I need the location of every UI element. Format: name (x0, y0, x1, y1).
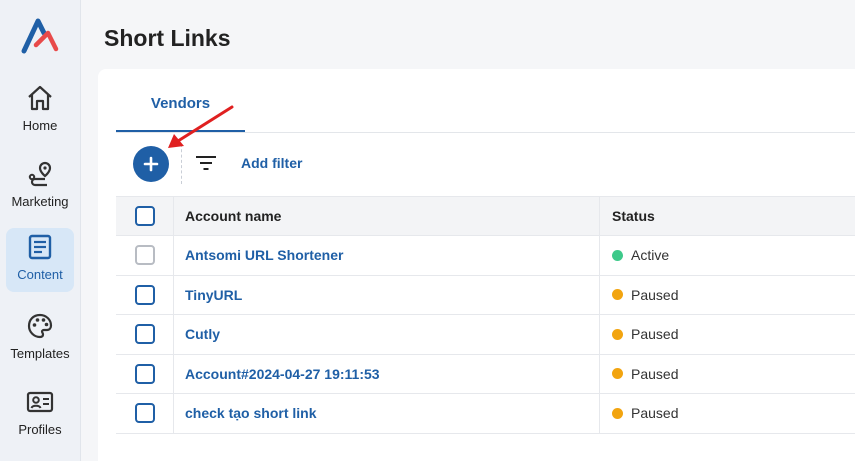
vendors-table: Account name Status Antsomi URL Shortene… (116, 196, 855, 434)
sidebar-item-label: Profiles (18, 422, 62, 437)
select-all-checkbox[interactable] (134, 206, 155, 226)
table-row[interactable]: TinyURL Paused (116, 275, 855, 315)
row-checkbox[interactable] (134, 324, 155, 345)
add-filter-button[interactable]: Add filter (241, 155, 302, 171)
status-cell: Paused (600, 394, 855, 433)
account-name-link[interactable]: TinyURL (185, 287, 242, 303)
page-title: Short Links (104, 25, 231, 51)
app-logo[interactable] (20, 17, 60, 55)
annotation-arrow-icon (168, 105, 234, 148)
id-card-icon (26, 391, 54, 413)
account-name-link[interactable]: Account#2024-04-27 19:11:53 (185, 366, 380, 382)
table-row[interactable]: Antsomi URL Shortener Active (116, 236, 855, 276)
account-name-cell: Antsomi URL Shortener (174, 236, 600, 275)
status-cell: Active (600, 236, 855, 275)
sidebar-item-home[interactable]: Home (6, 79, 74, 143)
document-icon (28, 234, 52, 260)
home-icon (28, 85, 52, 111)
sidebar-item-label: Home (22, 118, 58, 133)
sidebar-item-label: Content (17, 267, 63, 282)
status-paused-dot-icon (612, 328, 623, 340)
route-icon (28, 161, 52, 187)
status-paused-dot-icon (612, 368, 623, 380)
status-text: Paused (631, 405, 679, 422)
row-checkbox-cell (116, 315, 174, 354)
table-header: Account name Status (116, 196, 855, 236)
status-text: Active (631, 247, 670, 264)
status-cell: Paused (600, 355, 855, 394)
account-name-cell: Account#2024-04-27 19:11:53 (174, 354, 600, 393)
row-checkbox-cell (116, 236, 174, 275)
account-name-cell: check tạo short link (174, 394, 600, 433)
account-name-link[interactable]: Antsomi URL Shortener (185, 247, 343, 263)
sidebar-item-label: Templates (10, 346, 70, 361)
status-cell: Paused (600, 315, 855, 354)
table-row[interactable]: check tạo short link Paused (116, 394, 855, 434)
filter-icon[interactable] (195, 153, 217, 173)
row-checkbox[interactable] (134, 403, 155, 424)
status-text: Paused (631, 365, 679, 382)
status-text: Paused (631, 326, 679, 343)
column-header-account-name[interactable]: Account name (174, 197, 600, 235)
row-checkbox[interactable] (134, 363, 155, 384)
status-active-dot-icon (612, 249, 623, 261)
row-checkbox[interactable] (134, 245, 155, 266)
sidebar-item-templates[interactable]: Templates (6, 307, 74, 371)
account-name-cell: TinyURL (174, 275, 600, 314)
sidebar-item-marketing[interactable]: Marketing (6, 155, 74, 219)
table-row[interactable]: Account#2024-04-27 19:11:53 Paused (116, 354, 855, 394)
sidebar-item-label: Marketing (11, 194, 69, 209)
sidebar-item-profiles[interactable]: Profiles (6, 383, 74, 447)
sidebar: Home Marketing Content Templates Profile… (0, 0, 81, 461)
row-checkbox-cell (116, 275, 174, 314)
row-checkbox[interactable] (134, 284, 155, 305)
status-paused-dot-icon (612, 407, 623, 419)
status-paused-dot-icon (612, 289, 623, 301)
row-checkbox-cell (116, 354, 174, 393)
account-name-link[interactable]: Cutly (185, 326, 220, 342)
column-header-status[interactable]: Status (600, 197, 855, 235)
account-name-link[interactable]: check tạo short link (185, 405, 316, 421)
plus-icon (143, 156, 159, 172)
row-checkbox-cell (116, 394, 174, 433)
account-name-cell: Cutly (174, 315, 600, 354)
header-checkbox-cell (116, 197, 174, 235)
status-cell: Paused (600, 276, 855, 315)
table-row[interactable]: Cutly Paused (116, 315, 855, 355)
sidebar-item-content[interactable]: Content (6, 228, 74, 292)
palette-icon (27, 313, 53, 339)
status-text: Paused (631, 286, 679, 303)
